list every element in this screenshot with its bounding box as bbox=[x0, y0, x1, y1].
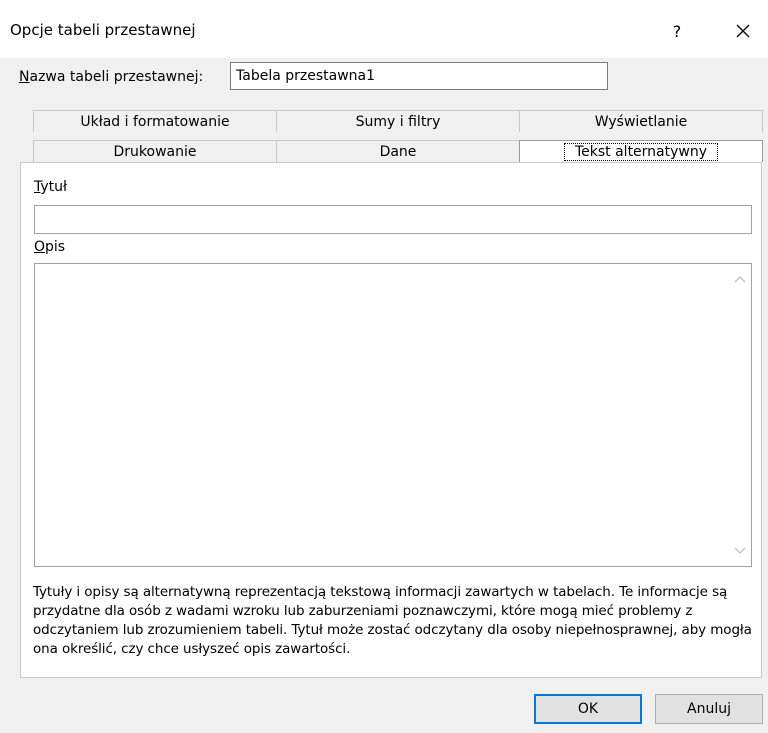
chevron-down-icon bbox=[734, 547, 746, 554]
tab-alt-text[interactable]: Tekst alternatywny bbox=[519, 140, 763, 162]
title-bar: Opcje tabeli przestawnej ? bbox=[0, 0, 768, 58]
scroll-up-arrow[interactable] bbox=[733, 272, 747, 286]
pivot-name-label: Nazwa tabeli przestawnej: bbox=[19, 69, 204, 85]
ok-button[interactable]: OK bbox=[534, 694, 642, 724]
tab-alt-text-label: Tekst alternatywny bbox=[563, 142, 719, 161]
description-label: Opis bbox=[34, 239, 66, 255]
help-button[interactable]: ? bbox=[662, 14, 692, 48]
tab-data[interactable]: Dane bbox=[276, 140, 520, 162]
chevron-up-icon bbox=[734, 276, 746, 283]
tab-row-front: Drukowanie Dane Tekst alternatywny bbox=[33, 140, 763, 162]
title-label: Tytuł bbox=[34, 179, 68, 195]
close-icon bbox=[736, 24, 750, 38]
pivot-name-input[interactable] bbox=[230, 62, 608, 90]
tab-totals-filters[interactable]: Sumy i filtry bbox=[276, 110, 520, 132]
tab-row-back: Układ i formatowanie Sumy i filtry Wyświ… bbox=[33, 110, 763, 132]
tab-printing[interactable]: Drukowanie bbox=[33, 140, 277, 162]
description-textarea[interactable] bbox=[34, 263, 752, 567]
title-input[interactable] bbox=[34, 205, 752, 234]
alt-text-panel: Tytuł Opis Tytuły i opisy są alternatywn… bbox=[20, 162, 762, 678]
scroll-down-arrow[interactable] bbox=[733, 544, 747, 558]
tab-display[interactable]: Wyświetlanie bbox=[519, 110, 763, 132]
alt-text-help: Tytuły i opisy są alternatywną reprezent… bbox=[33, 584, 752, 657]
tab-layout-format[interactable]: Układ i formatowanie bbox=[33, 110, 277, 132]
pivot-name-row: Nazwa tabeli przestawnej: bbox=[19, 62, 203, 92]
cancel-button[interactable]: Anuluj bbox=[655, 694, 763, 724]
dialog-title: Opcje tabeli przestawnej bbox=[10, 21, 196, 39]
close-button[interactable] bbox=[726, 14, 760, 48]
